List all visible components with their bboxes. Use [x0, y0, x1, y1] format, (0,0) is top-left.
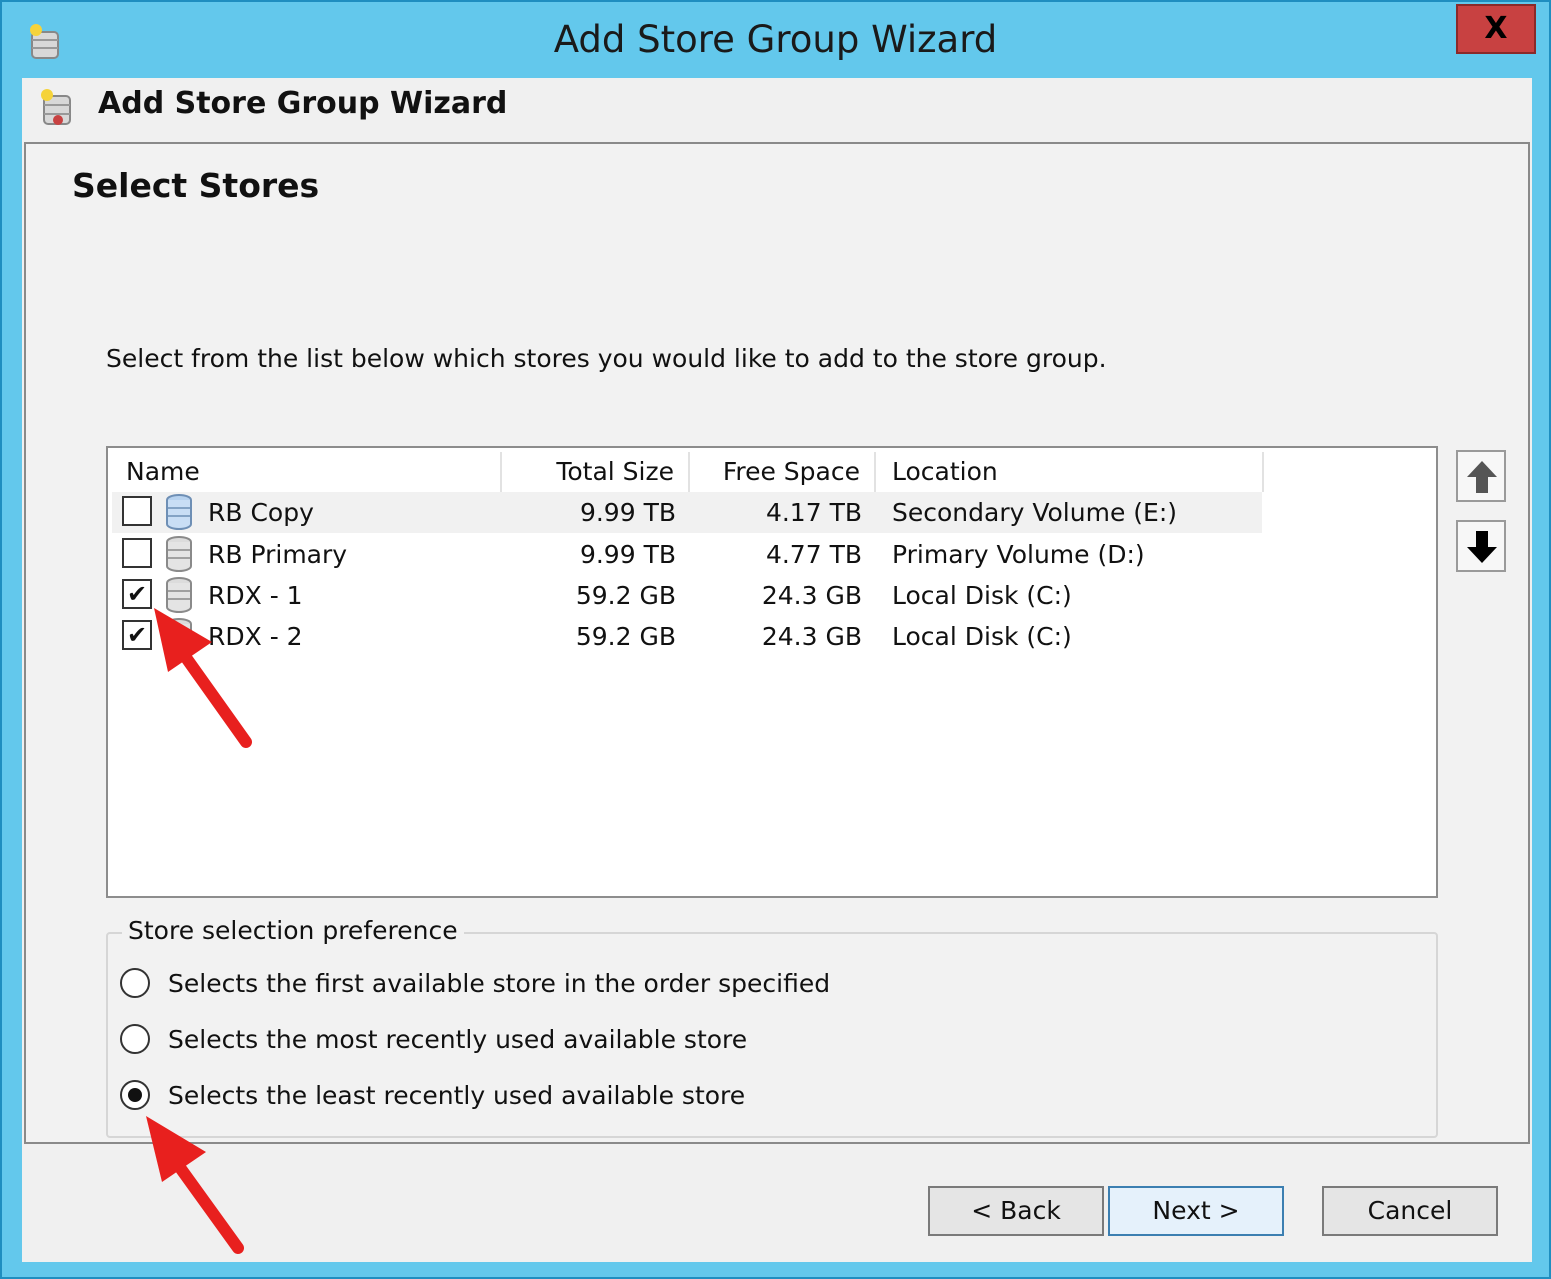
store-free-space: 4.17 TB [765, 498, 862, 527]
table-row[interactable]: ✔ RDX - 2 59.2 GB 24.3 GB Local Disk (C:… [112, 616, 1262, 657]
wizard-window: Add Store Group Wizard X Add Store Group… [0, 0, 1551, 1279]
table-row[interactable]: RB Primary 9.99 TB 4.77 TB Primary Volum… [112, 534, 1262, 575]
stores-list[interactable]: Name Total Size Free Space Location RB C… [106, 446, 1438, 898]
store-location: Local Disk (C:) [892, 581, 1072, 610]
table-row[interactable]: ✔ RDX - 1 59.2 GB 24.3 GB Local Disk (C:… [112, 575, 1262, 616]
column-header-free-space[interactable]: Free Space [692, 452, 876, 492]
store-free-space: 24.3 GB [761, 622, 862, 651]
store-total-size: 9.99 TB [579, 498, 676, 527]
database-icon [166, 494, 192, 530]
instruction-text: Select from the list below which stores … [106, 344, 1107, 373]
cancel-button[interactable]: Cancel [1322, 1186, 1498, 1236]
radio-button[interactable] [120, 1080, 150, 1110]
annotation-arrow-icon [146, 1116, 244, 1254]
store-total-size: 59.2 GB [575, 622, 676, 651]
store-selection-preference-group: Store selection preference Selects the f… [106, 916, 1438, 1138]
arrow-down-icon [1467, 531, 1497, 563]
store-free-space: 24.3 GB [761, 581, 862, 610]
store-location: Secondary Volume (E:) [892, 498, 1177, 527]
store-group-icon [41, 89, 71, 125]
groupbox-legend: Store selection preference [122, 916, 464, 945]
back-button[interactable]: < Back [928, 1186, 1104, 1236]
database-icon [166, 536, 192, 572]
store-location: Primary Volume (D:) [892, 540, 1145, 569]
radio-button[interactable] [120, 1024, 150, 1054]
store-checkbox[interactable] [122, 496, 152, 526]
table-row[interactable]: RB Copy 9.99 TB 4.17 TB Secondary Volume… [112, 492, 1262, 533]
column-header-total-size[interactable]: Total Size [504, 452, 690, 492]
annotation-arrow-icon [154, 608, 252, 748]
list-header: Name Total Size Free Space Location [112, 452, 1264, 492]
wizard-header: Add Store Group Wizard [22, 78, 1532, 140]
radio-label: Selects the least recently used availabl… [168, 1081, 746, 1110]
column-header-location[interactable]: Location [878, 452, 1264, 492]
radio-label: Selects the first available store in the… [168, 969, 831, 998]
store-location: Local Disk (C:) [892, 622, 1072, 651]
next-button[interactable]: Next > [1108, 1186, 1284, 1236]
header-title: Add Store Group Wizard [98, 86, 508, 121]
column-header-name[interactable]: Name [112, 452, 502, 492]
store-total-size: 59.2 GB [575, 581, 676, 610]
move-down-button[interactable] [1456, 520, 1506, 572]
store-total-size: 9.99 TB [579, 540, 676, 569]
store-free-space: 4.77 TB [765, 540, 862, 569]
radio-button[interactable] [120, 968, 150, 998]
store-name: RB Primary [208, 540, 348, 569]
store-name: RB Copy [208, 498, 314, 527]
title-bar: Add Store Group Wizard X [2, 2, 1549, 78]
page-title: Select Stores [72, 166, 320, 205]
radio-label: Selects the most recently used available… [168, 1025, 748, 1054]
move-up-button[interactable] [1456, 450, 1506, 502]
store-checkbox[interactable] [122, 538, 152, 568]
arrow-up-icon [1467, 461, 1497, 493]
close-button[interactable]: X [1456, 4, 1536, 54]
window-title: Add Store Group Wizard [553, 18, 998, 61]
